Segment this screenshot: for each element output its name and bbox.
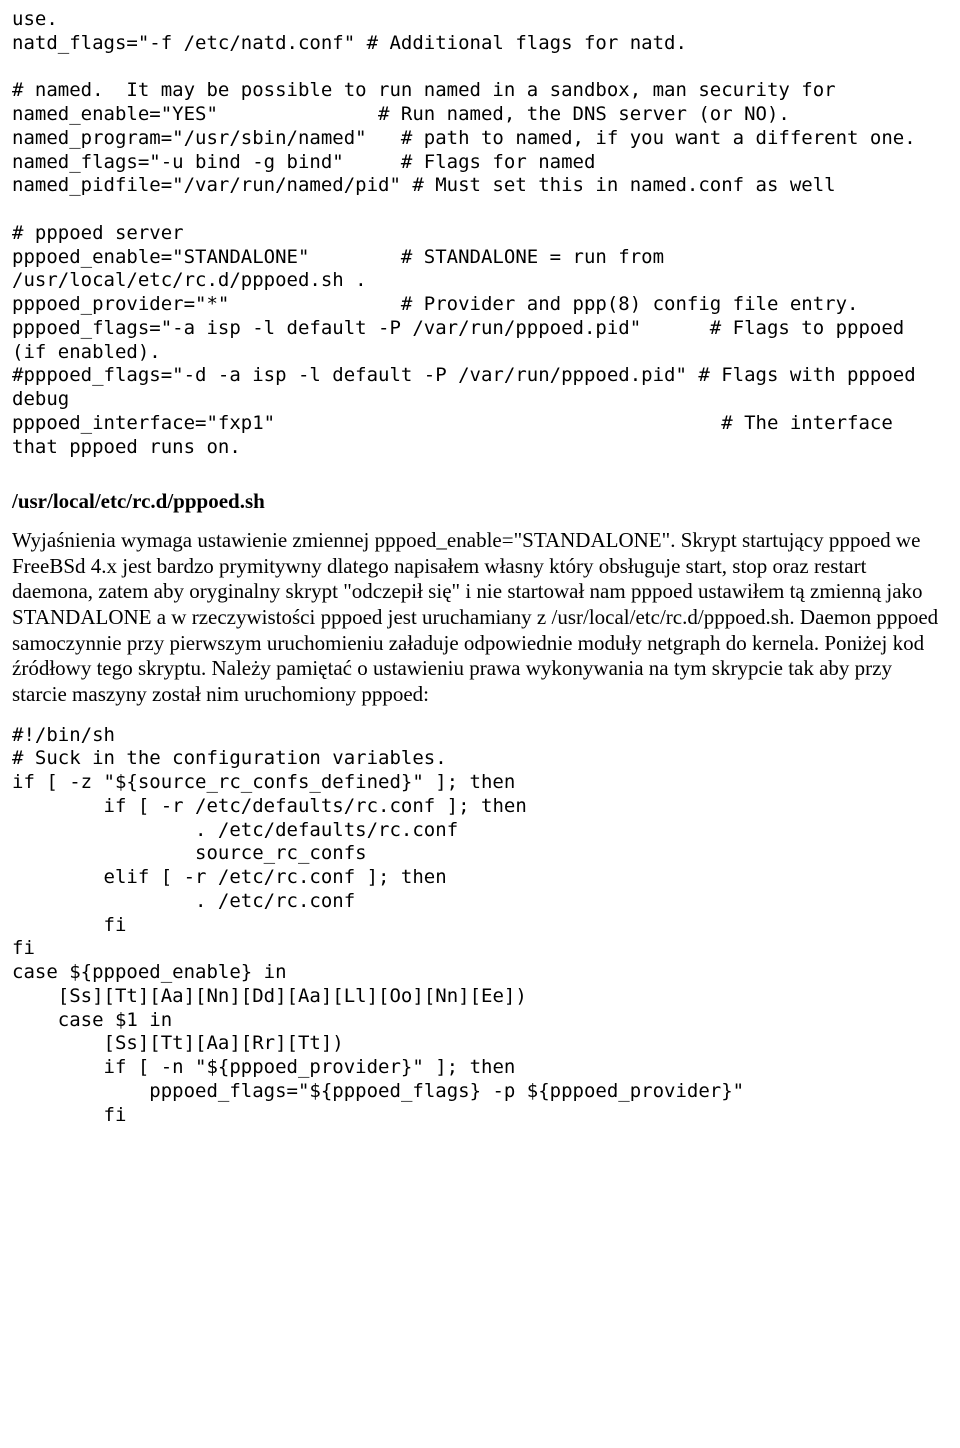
script-code-block: #!/bin/sh # Suck in the configuration va… xyxy=(12,724,948,1128)
config-code-block: use. natd_flags="-f /etc/natd.conf" # Ad… xyxy=(12,8,948,459)
explanation-paragraph: Wyjaśnienia wymaga ustawienie zmiennej p… xyxy=(12,528,948,707)
section-heading: /usr/local/etc/rc.d/pppoed.sh xyxy=(12,489,948,514)
